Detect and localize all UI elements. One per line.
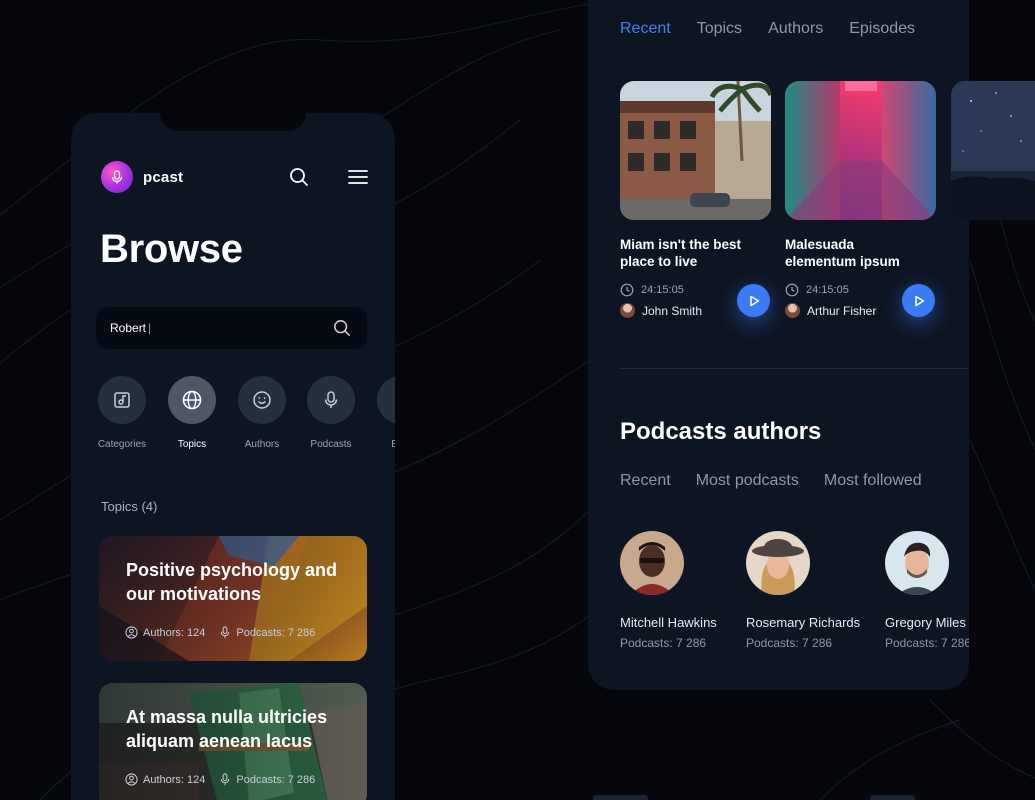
brand[interactable]: pcast [101, 161, 183, 193]
menu-button[interactable] [346, 165, 370, 189]
clock-icon [785, 283, 799, 297]
author-name: Mitchell Hawkins [620, 615, 717, 630]
category-label: Authors [244, 439, 280, 450]
bottom-nav-hint [593, 795, 648, 800]
tab-most-podcasts[interactable]: Most podcasts [696, 472, 799, 490]
microphone-logo-icon [101, 161, 133, 193]
author-podcasts-count: Podcasts: 7 286 [885, 636, 969, 650]
episode-duration-value: 24:15:05 [806, 284, 849, 296]
play-button[interactable] [737, 284, 770, 317]
page-title: Browse [100, 227, 243, 271]
category-topics[interactable]: Topics [157, 376, 227, 450]
episodes-icon [391, 390, 395, 410]
category-authors[interactable]: Authors [227, 376, 297, 450]
topic-title: At massa nulla ultricies aliquam aenean … [126, 707, 328, 751]
episode-cover-image[interactable] [951, 81, 1035, 220]
episode-duration-value: 24:15:05 [641, 284, 684, 296]
category-label: Categories [97, 439, 147, 450]
search-icon [334, 320, 350, 336]
hamburger-menu-icon [348, 170, 368, 184]
tab-authors[interactable]: Authors [768, 20, 823, 38]
category-categories[interactable]: Categories [87, 376, 157, 450]
episode-tabs: Recent Topics Authors Episodes [620, 20, 915, 38]
topic-meta: Authors: 124 Podcasts: 7 286 [125, 626, 315, 639]
avatar [785, 303, 800, 318]
topic-card[interactable]: Positive psychology and our motivations … [99, 536, 367, 661]
episode-cover-image[interactable] [785, 81, 936, 220]
category-label: Podcasts [310, 439, 352, 450]
avatar[interactable] [620, 531, 684, 595]
topic-authors-count: Authors: 124 [143, 773, 206, 786]
author-item[interactable]: Rosemary Richards Podcasts: 7 286 [746, 531, 860, 650]
microphone-icon [221, 626, 230, 639]
smile-icon [253, 391, 271, 409]
authors-tabs: Recent Most podcasts Most followed [620, 472, 922, 490]
tab-most-followed[interactable]: Most followed [824, 472, 922, 490]
home-screen: Recent Topics Authors Episodes Miam isn'… [588, 0, 969, 690]
avatar[interactable] [885, 531, 949, 595]
topic-title: Positive psychology and our motivations [126, 560, 338, 604]
category-filter-row: Categories Topics Authors Podcasts E [97, 376, 395, 456]
episode-author-name: Arthur Fisher [807, 303, 877, 318]
user-circle-icon [125, 626, 138, 639]
microphone-icon [324, 391, 338, 408]
category-label: Topics [177, 439, 207, 450]
topic-authors-count: Authors: 124 [143, 626, 206, 639]
play-button[interactable] [902, 284, 935, 317]
section-title: Podcasts authors [620, 418, 822, 445]
topic-meta: Authors: 124 Podcasts: 7 286 [125, 773, 315, 786]
search-button[interactable] [287, 165, 311, 189]
author-item[interactable]: Mitchell Hawkins Podcasts: 7 286 [620, 531, 717, 650]
category-episodes[interactable]: Epis [366, 376, 395, 450]
user-circle-icon [125, 773, 138, 786]
tab-episodes[interactable]: Episodes [849, 20, 915, 38]
category-label: Epis [391, 439, 395, 450]
play-icon [749, 295, 759, 306]
search-submit-button[interactable] [331, 317, 353, 339]
tab-topics[interactable]: Topics [697, 20, 742, 38]
avatar[interactable] [746, 531, 810, 595]
topics-heading: Topics (4) [101, 499, 158, 514]
play-icon [914, 295, 924, 306]
topic-podcasts-count: Podcasts: 7 286 [236, 626, 316, 639]
episode-author-name: John Smith [642, 303, 703, 318]
episode-title: Malesuada elementum ipsum [785, 237, 900, 269]
episode-card[interactable]: Malesuada elementum ipsum 24:15:05 Arthu… [785, 81, 936, 318]
avatar [620, 303, 635, 318]
bottom-nav-hint [870, 795, 915, 800]
globe-icon [182, 390, 202, 410]
phone-notch [160, 113, 306, 131]
browse-screen: pcast Browse Robert | Categories Topics … [71, 113, 395, 800]
microphone-icon [221, 773, 230, 786]
author-podcasts-count: Podcasts: 7 286 [746, 636, 833, 650]
category-podcasts[interactable]: Podcasts [296, 376, 366, 450]
music-album-icon [114, 392, 130, 408]
episode-card[interactable]: Miam isn't the best place to live 24:15:… [620, 81, 771, 318]
episode-cover-image[interactable] [620, 81, 771, 220]
search-icon [290, 168, 308, 186]
section-divider [620, 368, 969, 369]
author-item[interactable]: Gregory Miles Podcasts: 7 286 [885, 531, 969, 650]
clock-icon [620, 283, 634, 297]
author-podcasts-count: Podcasts: 7 286 [620, 636, 707, 650]
search-input[interactable]: Robert [96, 307, 367, 349]
topic-card[interactable]: At massa nulla ultricies aliquam aenean … [99, 683, 367, 800]
author-name: Gregory Miles [885, 615, 966, 630]
brand-name: pcast [143, 168, 184, 186]
author-name: Rosemary Richards [746, 615, 861, 630]
search-input-value: Robert [110, 321, 331, 335]
episode-title: Miam isn't the best place to live [620, 237, 741, 269]
tab-authors-recent[interactable]: Recent [620, 472, 671, 490]
topic-podcasts-count: Podcasts: 7 286 [236, 773, 316, 786]
tab-recent[interactable]: Recent [620, 20, 671, 38]
